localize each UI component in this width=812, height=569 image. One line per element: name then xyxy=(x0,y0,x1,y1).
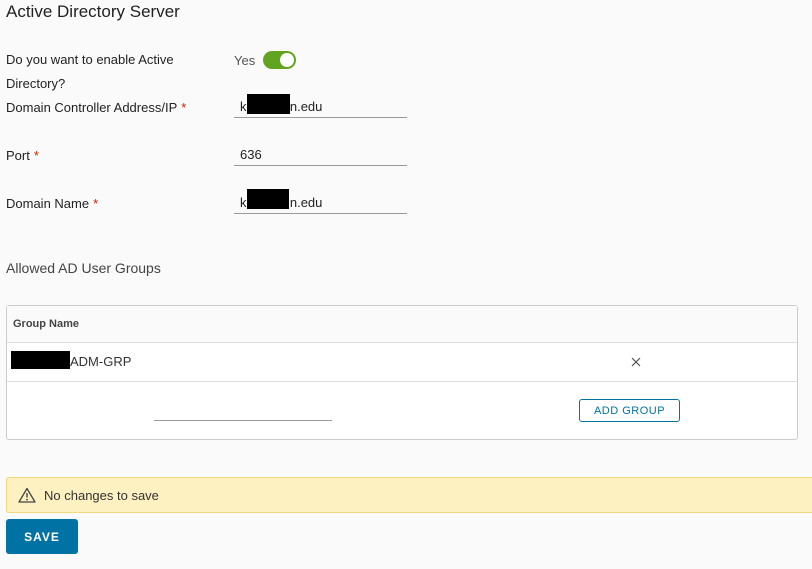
required-mark: * xyxy=(181,100,187,115)
column-header-group-name: Group Name xyxy=(13,318,80,330)
ad-server-settings-page: Active Directory Server Do you want to e… xyxy=(0,0,812,569)
close-icon[interactable] xyxy=(629,355,643,369)
group-name-cell: ADM-GRP xyxy=(70,354,132,369)
domain-controller-label: Domain Controller Address/IP * xyxy=(6,96,186,120)
port-label-text: Port xyxy=(6,148,30,163)
required-mark: * xyxy=(93,196,99,211)
enable-ad-label-cont: Directory? xyxy=(6,72,65,96)
add-group-button[interactable]: ADD GROUP xyxy=(579,399,680,422)
groups-table-header: Group Name xyxy=(7,306,797,343)
new-group-input[interactable] xyxy=(154,400,332,421)
domain-controller-label-text: Domain Controller Address/IP xyxy=(6,100,178,115)
enable-ad-toggle[interactable] xyxy=(263,51,297,69)
warning-triangle-icon xyxy=(18,487,36,503)
port-input[interactable] xyxy=(234,144,407,166)
redacted-block xyxy=(247,94,290,114)
domain-name-label-text: Domain Name xyxy=(6,196,90,211)
page-title: Active Directory Server xyxy=(6,2,180,21)
table-row: ADM-GRP xyxy=(7,343,797,382)
redacted-block xyxy=(247,189,289,209)
enable-ad-toggle-group: Yes xyxy=(234,48,297,72)
enable-ad-label-line2: Directory? xyxy=(6,76,66,91)
groups-table: Group Name ADM-GRP ADD GROUP xyxy=(6,305,798,440)
save-button[interactable]: SAVE xyxy=(6,519,78,554)
port-label: Port * xyxy=(6,144,39,168)
toggle-knob xyxy=(280,53,295,67)
alert-text: No changes to save xyxy=(44,488,159,503)
redacted-block xyxy=(11,351,70,369)
enable-ad-label: Do you want to enable Active xyxy=(6,48,174,72)
required-mark: * xyxy=(33,148,39,163)
enable-ad-toggle-text: Yes xyxy=(234,52,256,68)
add-group-row: ADD GROUP xyxy=(7,382,797,439)
no-changes-alert: No changes to save xyxy=(6,477,812,513)
enable-ad-label-line1: Do you want to enable Active xyxy=(6,52,174,67)
domain-name-label: Domain Name * xyxy=(6,192,98,216)
allowed-groups-title: Allowed AD User Groups xyxy=(6,260,161,276)
